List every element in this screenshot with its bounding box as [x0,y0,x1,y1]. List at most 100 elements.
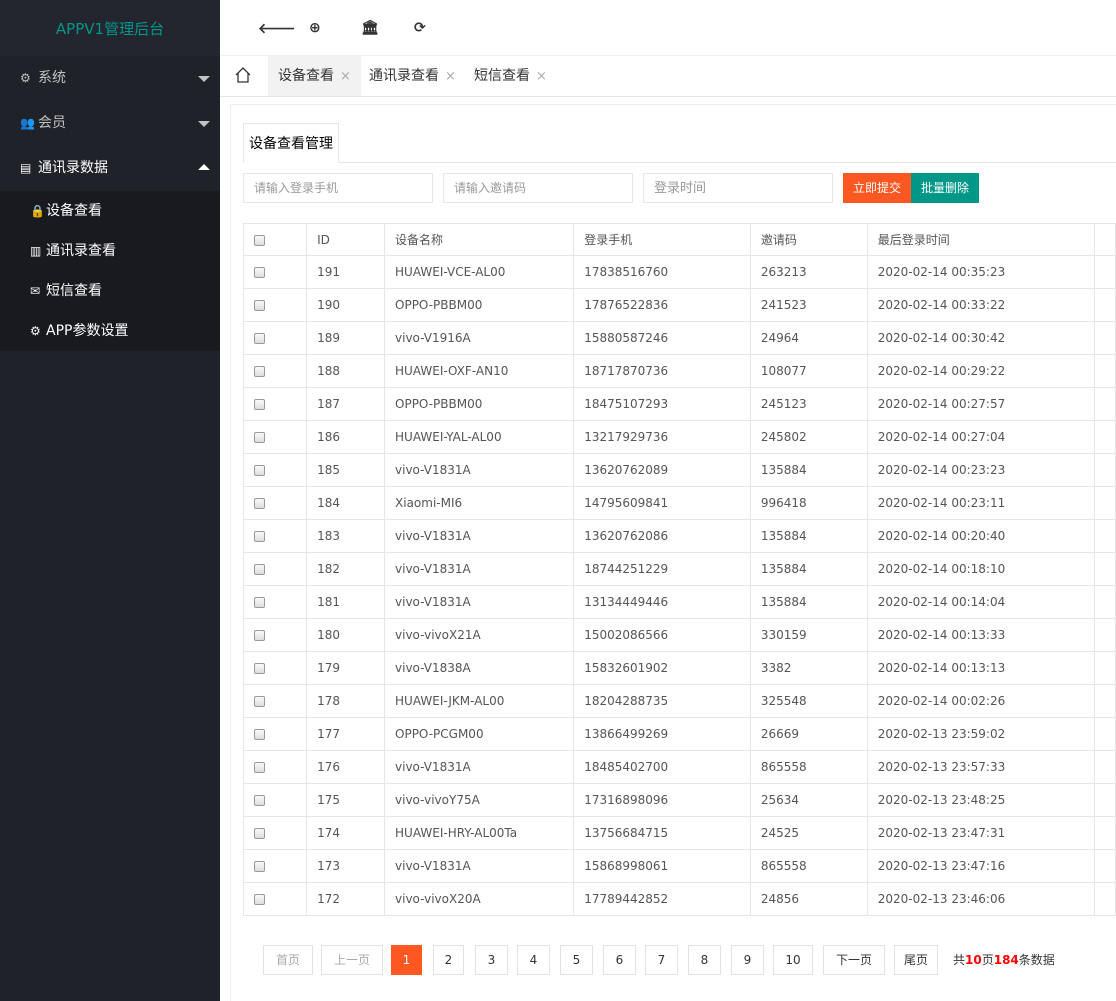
row-checkbox[interactable] [254,366,265,377]
table-cell: 18485402700 [573,750,751,784]
page-button-10[interactable]: 10 [773,945,813,975]
table-cell: 2020-02-13 23:46:06 [866,882,1095,916]
tab-device-view[interactable]: 设备查看 × [268,56,361,96]
row-checkbox[interactable] [254,795,265,806]
table-cell-extra [1093,783,1116,817]
table-cell: 183 [306,519,385,553]
prev-page-button[interactable]: 上一页 [321,945,383,975]
row-select-cell [242,849,307,883]
table-cell: 17838516760 [573,255,751,289]
login-time-input[interactable] [643,173,833,203]
tab-sms-view[interactable]: 短信查看 × [464,56,557,96]
row-checkbox[interactable] [254,597,265,608]
row-checkbox[interactable] [254,861,265,872]
table-cell: 184 [306,486,385,520]
table-row: 178 HUAWEI-JKM-AL00 18204288735 325548 2020-… [242,684,1116,718]
phone-search-input[interactable] [243,173,433,203]
pagination-info: 共10页184条数据 [953,945,1055,975]
row-checkbox[interactable] [254,894,265,905]
table-cell: 108077 [749,354,868,388]
column-header: 设备名称 [384,223,574,256]
submit-button[interactable]: 立即提交 [843,173,911,203]
table-cell: 13620762089 [573,453,751,487]
table-cell: HUAWEI-YAL-AL00 [384,420,574,454]
sidebar-item-label: APP参数设置 [46,323,129,339]
support-icon[interactable]: ⊕ [309,20,321,36]
row-checkbox[interactable] [254,432,265,443]
close-icon[interactable]: × [445,69,456,84]
page-button-5[interactable]: 5 [560,945,593,975]
close-icon[interactable]: × [340,69,351,84]
sidebar-item-device-view[interactable]: 🔒设备查看 [0,191,220,231]
table-row: 188 HUAWEI-OXF-AN10 18717870736 108077 2020-… [242,354,1116,388]
total-pages: 10 [965,953,982,967]
table-cell: 181 [306,585,385,619]
back-arrow-icon[interactable]: 🡐 [258,20,296,37]
row-checkbox[interactable] [254,696,265,707]
bank-icon[interactable]: 🏛 [361,20,379,36]
table-cell: 2020-02-14 00:33:22 [866,288,1095,322]
table-cell: 2020-02-14 00:23:23 [866,453,1095,487]
sidebar-item-contacts-view[interactable]: ▥ 通讯录查看 [0,231,220,271]
row-checkbox[interactable] [254,828,265,839]
table-cell: 245802 [749,420,868,454]
sidebar-item-contacts-data[interactable]: ▤ 通讯录数据 [0,146,220,191]
table-cell: 135884 [749,453,868,487]
tab-label: 通讯录查看 [369,68,439,84]
row-checkbox[interactable] [254,564,265,575]
table-cell: 325548 [749,684,868,718]
table-cell-extra [1093,519,1116,553]
row-checkbox[interactable] [254,333,265,344]
table-cell: 189 [306,321,385,355]
row-select-cell [242,288,307,322]
table-cell: 173 [306,849,385,883]
table-cell: 172 [306,882,385,916]
invite-code-input[interactable] [443,173,633,203]
row-checkbox[interactable] [254,729,265,740]
table-cell: 18475107293 [573,387,751,421]
first-page-button[interactable]: 首页 [263,945,313,975]
row-checkbox[interactable] [254,465,265,476]
table-cell: 2020-02-13 23:47:31 [866,816,1095,850]
page-button-1[interactable]: 1 [391,945,422,975]
refresh-icon[interactable]: ⟳ [414,20,426,36]
row-checkbox[interactable] [254,399,265,410]
sidebar-item-members[interactable]: 👥 会员 [0,101,220,146]
sidebar-item-sms-view[interactable]: ✉ 短信查看 [0,271,220,311]
batch-delete-button[interactable]: 批量删除 [911,173,979,203]
table-cell: 2020-02-14 00:02:26 [866,684,1095,718]
section-tab-device-manage[interactable]: 设备查看管理 [243,123,339,163]
row-checkbox[interactable] [254,663,265,674]
table-row: 190 OPPO-PBBM00 17876522836 241523 2020-02-1… [242,288,1116,322]
tab-label: 设备查看 [278,68,334,84]
tab-contacts-view[interactable]: 通讯录查看 × [359,56,466,96]
page-button-9[interactable]: 9 [731,945,764,975]
close-icon[interactable]: × [536,69,547,84]
page-button-8[interactable]: 8 [688,945,721,975]
table-cell: 135884 [749,585,868,619]
row-checkbox[interactable] [254,498,265,509]
table-cell: 2020-02-14 00:18:10 [866,552,1095,586]
page-button-7[interactable]: 7 [645,945,678,975]
sidebar-item-app-settings[interactable]: ⚙ APP参数设置 [0,311,220,351]
last-page-button[interactable]: 尾页 [894,945,938,975]
page-button-2[interactable]: 2 [433,945,464,975]
table-cell: 18204288735 [573,684,751,718]
row-checkbox[interactable] [254,630,265,641]
home-icon[interactable] [234,66,252,84]
page-button-3[interactable]: 3 [475,945,508,975]
row-checkbox[interactable] [254,267,265,278]
card-icon: ▤ [20,161,32,175]
row-checkbox[interactable] [254,531,265,542]
tab-bar: 设备查看 × 通讯录查看 × 短信查看 × [220,56,1116,97]
next-page-button[interactable]: 下一页 [823,945,885,975]
sidebar-item-system[interactable]: ⚙ 系统 [0,56,220,101]
row-checkbox[interactable] [254,300,265,311]
row-select-cell [242,255,307,289]
page-button-6[interactable]: 6 [603,945,636,975]
row-checkbox[interactable] [254,762,265,773]
select-all-checkbox[interactable] [254,234,265,246]
table-cell-extra [1093,321,1116,355]
table-row: 184 Xiaomi-MI6 14795609841 996418 2020-02-14… [242,486,1116,520]
page-button-4[interactable]: 4 [517,945,550,975]
